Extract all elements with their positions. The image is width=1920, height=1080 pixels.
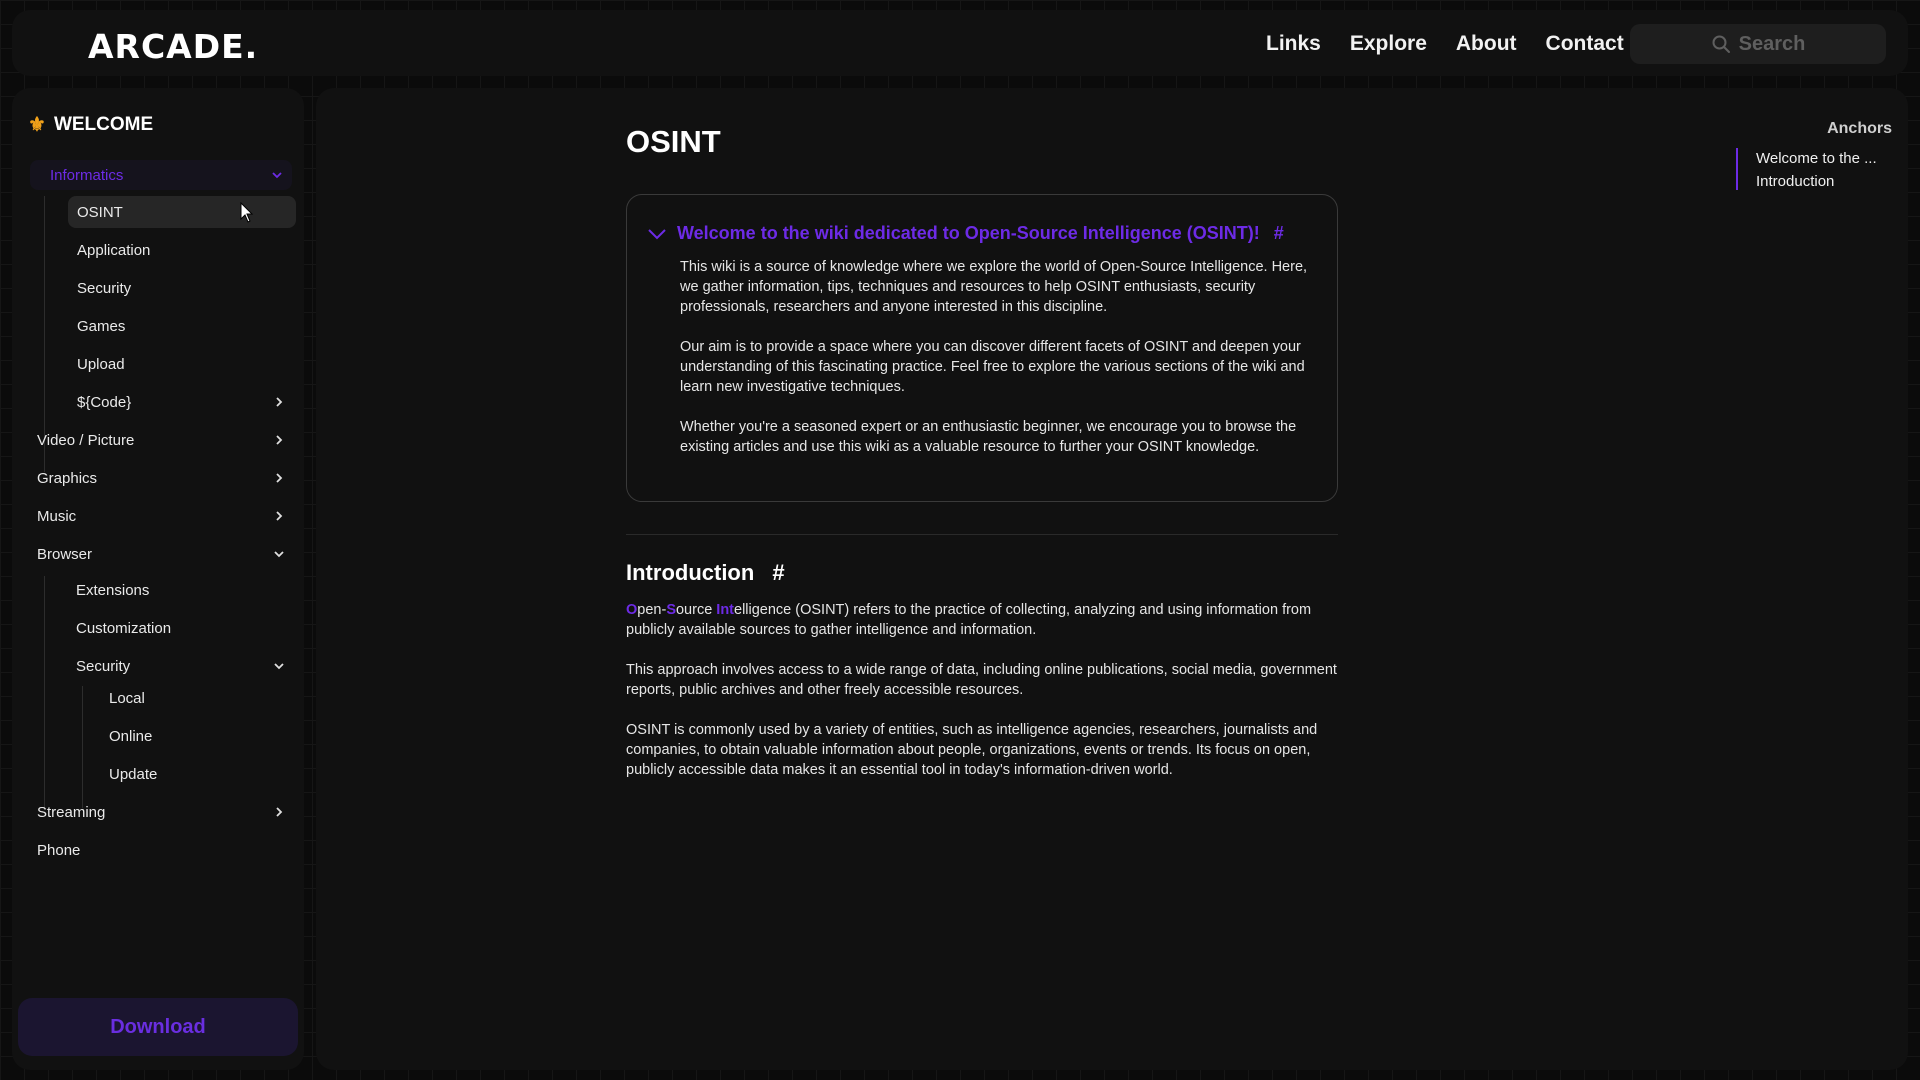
chevron-right-icon <box>272 509 286 523</box>
sidebar-item-security[interactable]: Security <box>68 272 296 304</box>
anchor-hash-link[interactable]: # <box>772 560 784 586</box>
anchors-active-indicator <box>1736 148 1738 190</box>
main-nav: Links Explore About Contact <box>1266 32 1624 56</box>
welcome-card-header[interactable]: Welcome to the wiki dedicated to Open-So… <box>647 223 1284 244</box>
introduction-body: Open-Source Intelligence (OSINT) refers … <box>626 600 1338 800</box>
sidebar-item-local[interactable]: Local <box>102 682 296 714</box>
sidebar-item-label: Informatics <box>50 166 124 184</box>
chevron-down-icon <box>272 547 286 561</box>
highlight-letter: S <box>666 602 676 618</box>
sidebar-item-upload[interactable]: Upload <box>68 348 296 380</box>
sidebar-item-label: Browser <box>37 545 93 563</box>
sidebar-item-phone[interactable]: Phone <box>30 834 296 866</box>
sidebar-item-video-picture[interactable]: Video / Picture <box>30 424 296 456</box>
sidebar-item-label: Security <box>77 279 132 297</box>
sidebar-item-update[interactable]: Update <box>102 758 296 790</box>
sidebar-item-label: ${Code} <box>77 393 132 411</box>
chevron-down-icon <box>272 659 286 673</box>
welcome-card-body: This wiki is a source of knowledge where… <box>680 257 1320 477</box>
nav-links[interactable]: Links <box>1266 32 1321 56</box>
sidebar-item-label: Games <box>77 317 126 335</box>
chevron-right-icon <box>272 395 286 409</box>
paragraph: Open-Source Intelligence (OSINT) refers … <box>626 600 1338 640</box>
paragraph: Whether you're a seasoned expert or an e… <box>680 419 1297 455</box>
highlight-letter: O <box>626 602 638 618</box>
sidebar-item-label: Music <box>37 507 77 525</box>
sidebar-welcome[interactable]: ⚜ WELCOME <box>28 112 153 137</box>
download-button[interactable]: Download <box>18 998 298 1056</box>
welcome-card: Welcome to the wiki dedicated to Open-So… <box>626 194 1338 502</box>
fleur-de-lis-icon: ⚜ <box>28 114 46 136</box>
sidebar-item-music[interactable]: Music <box>30 500 296 532</box>
chevron-right-icon <box>272 471 286 485</box>
sidebar-item-osint[interactable]: OSINT <box>68 196 296 228</box>
sidebar-item-label: Video / Picture <box>37 431 135 449</box>
tree-line <box>44 576 45 810</box>
sidebar-item-label: Streaming <box>37 803 106 821</box>
chevron-right-icon <box>272 805 286 819</box>
sidebar-item-browser-security[interactable]: Security <box>68 650 296 682</box>
highlight-letter: Int <box>716 602 735 618</box>
sidebar-item-label: Extensions <box>76 581 150 599</box>
sidebar-item-streaming[interactable]: Streaming <box>30 796 296 828</box>
sidebar-item-extensions[interactable]: Extensions <box>68 574 296 606</box>
text-run: pen- <box>637 602 667 618</box>
sidebar-item-code[interactable]: ${Code} <box>68 386 296 418</box>
introduction-heading: Introduction # <box>626 560 785 586</box>
search-input[interactable]: Search <box>1630 24 1886 64</box>
mouse-cursor-icon <box>240 202 254 223</box>
sidebar-item-label: Application <box>77 241 151 259</box>
chevron-right-icon <box>272 433 286 447</box>
nav-explore[interactable]: Explore <box>1350 32 1427 56</box>
sidebar-item-label: Security <box>76 657 131 675</box>
logo[interactable]: ARCADE. <box>88 27 258 66</box>
search-icon <box>1712 35 1730 53</box>
sidebar-item-informatics[interactable]: Informatics <box>30 160 292 190</box>
nav-about[interactable]: About <box>1456 32 1517 56</box>
sidebar-item-application[interactable]: Application <box>68 234 296 266</box>
nav-contact[interactable]: Contact <box>1546 32 1624 56</box>
search-placeholder: Search <box>1738 32 1806 55</box>
paragraph: This approach involves access to a wide … <box>626 662 1337 698</box>
sidebar-item-games[interactable]: Games <box>68 310 296 342</box>
top-bar: ARCADE. Links Explore About Contact Sear… <box>12 10 1908 76</box>
page-title: OSINT <box>626 124 721 159</box>
welcome-label: WELCOME <box>53 113 154 135</box>
sidebar-item-label: Upload <box>77 355 125 373</box>
welcome-card-heading: Welcome to the wiki dedicated to Open-So… <box>677 223 1260 243</box>
sidebar-item-label: OSINT <box>77 203 123 221</box>
sidebar-item-customization[interactable]: Customization <box>68 612 296 644</box>
sidebar-item-label: Customization <box>76 619 172 637</box>
sidebar-item-online[interactable]: Online <box>102 720 296 752</box>
anchors-title: Anchors <box>1827 120 1892 137</box>
chevron-down-icon <box>270 168 284 182</box>
paragraph: Our aim is to provide a space where you … <box>680 339 1305 395</box>
sidebar-item-label: Local <box>109 689 145 707</box>
sidebar-item-browser[interactable]: Browser <box>30 538 296 570</box>
sidebar-item-label: Phone <box>37 841 81 859</box>
main-content: OSINT Welcome to the wiki dedicated to O… <box>316 88 1908 1070</box>
introduction-title: Introduction <box>626 560 755 585</box>
tree-line <box>82 686 83 808</box>
sidebar: ⚜ WELCOME Informatics OSINT Application … <box>12 88 304 1070</box>
sidebar-item-label: Update <box>109 765 158 783</box>
paragraph: OSINT is commonly used by a variety of e… <box>626 722 1318 778</box>
anchor-item-welcome[interactable]: Welcome to the ... <box>1756 150 1877 167</box>
sidebar-item-label: Online <box>109 727 153 745</box>
chevron-down-icon <box>648 228 666 239</box>
sidebar-item-label: Graphics <box>37 469 98 487</box>
divider <box>626 534 1338 535</box>
anchor-hash-link[interactable]: # <box>1274 223 1284 244</box>
sidebar-item-graphics[interactable]: Graphics <box>30 462 296 494</box>
anchor-item-introduction[interactable]: Introduction <box>1756 173 1834 190</box>
paragraph: This wiki is a source of knowledge where… <box>680 259 1308 315</box>
text-run: ource <box>675 602 717 618</box>
